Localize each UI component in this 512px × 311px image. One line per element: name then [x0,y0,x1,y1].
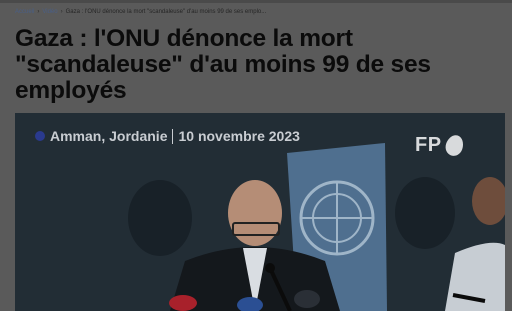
speaker-head [228,180,282,246]
breadcrumb: Accueil › Vidéo › Gaza : l'ONU dénonce la mo… [15,6,266,18]
microphone-red [169,295,197,311]
top-bar [0,0,512,3]
breadcrumb-link-video[interactable]: Vidéo [42,9,57,15]
location-dot-icon [35,131,45,141]
wall-shadow [395,177,455,249]
afp-logo-drop-icon [442,132,466,158]
page-title: Gaza : l'ONU dénonce la mort "scandaleus… [15,25,431,104]
breadcrumb-separator: › [60,9,63,15]
video-caption: Amman, Jordanie 10 novembre 2023 [35,128,300,144]
video-player[interactable]: Amman, Jordanie 10 novembre 2023 FP [15,113,505,311]
wall-shadow [128,180,192,256]
video-location: Amman, Jordanie [50,128,168,144]
microphone-head [265,263,275,273]
video-date: 10 novembre 2023 [178,128,300,144]
microphone-dark [294,290,320,308]
breadcrumb-link-accueil[interactable]: Accueil [15,9,34,15]
breadcrumb-current: Gaza : l'ONU dénonce la mort "scandaleus… [65,9,267,15]
breadcrumb-separator: › [37,9,40,15]
afp-logo: FP [415,132,466,158]
afp-logo-text: FP [415,133,442,156]
caption-divider [172,128,174,144]
